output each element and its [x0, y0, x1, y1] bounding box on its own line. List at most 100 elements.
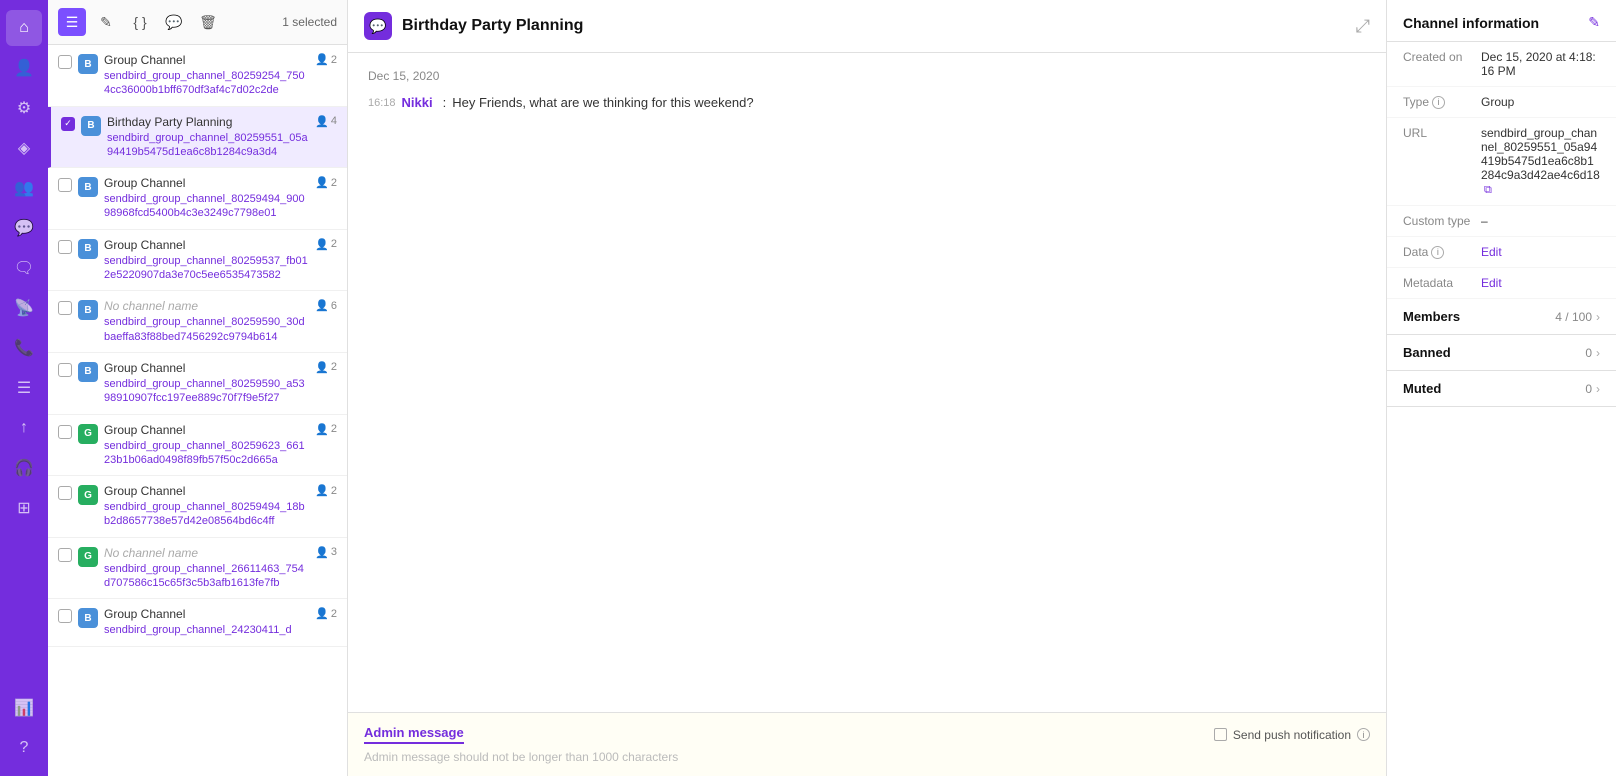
channel-list-toolbar: ☰ ✎ { } 💬 🗑 1 selected — [48, 0, 347, 45]
channel-list-item[interactable]: G No channel name sendbird_group_channel… — [48, 538, 347, 600]
channel-list-item[interactable]: B Group Channel sendbird_group_channel_2… — [48, 599, 347, 646]
data-edit-btn[interactable]: Edit — [1481, 245, 1502, 259]
info-row-created-on: Created on Dec 15, 2020 at 4:18:16 PM — [1387, 42, 1616, 87]
channel-list-item[interactable]: B Group Channel sendbird_group_channel_8… — [48, 230, 347, 292]
channel-icon: B — [78, 300, 98, 320]
type-label: Type i — [1403, 95, 1473, 109]
banned-chevron-icon: › — [1596, 346, 1600, 360]
toolbar-chat-btn[interactable]: 💬 — [160, 8, 188, 36]
header-expand-icon[interactable]: ⤢ — [1356, 16, 1370, 36]
custom-type-label: Custom type — [1403, 214, 1473, 228]
banned-badge: 0 › — [1585, 346, 1600, 360]
channel-checkbox[interactable] — [58, 55, 72, 69]
banned-section[interactable]: Banned 0 › — [1387, 335, 1616, 371]
metadata-edit-btn[interactable]: Edit — [1481, 276, 1502, 290]
channel-url: sendbird_group_channel_80259494_90098968… — [104, 192, 309, 221]
toolbar-trash-btn[interactable]: 🗑 — [194, 8, 222, 36]
channel-checkbox[interactable] — [58, 301, 72, 315]
channel-list-item[interactable]: B Group Channel sendbird_group_channel_8… — [48, 168, 347, 230]
channel-name: Group Channel — [104, 238, 309, 252]
nav-icon-puzzle[interactable]: ⊞ — [6, 490, 42, 526]
muted-label: Muted — [1403, 381, 1441, 396]
muted-chevron-icon: › — [1596, 382, 1600, 396]
data-info-icon[interactable]: i — [1431, 246, 1444, 259]
channel-checkbox[interactable] — [58, 609, 72, 623]
channel-info: Group Channel sendbird_group_channel_802… — [104, 53, 309, 98]
channel-url: sendbird_group_channel_80259590_a5398910… — [104, 377, 309, 406]
channel-info-title: Channel information — [1403, 15, 1539, 31]
nav-icon-help[interactable]: ? — [6, 730, 42, 766]
admin-message-header: Admin message Send push notification i — [364, 725, 1370, 744]
nav-icon-list[interactable]: ☰ — [6, 370, 42, 406]
channel-icon: B — [78, 362, 98, 382]
channel-checkbox[interactable] — [58, 548, 72, 562]
channel-url: sendbird_group_channel_80259537_fb012e52… — [104, 254, 309, 283]
members-section[interactable]: Members 4 / 100 › — [1387, 299, 1616, 335]
channel-url: sendbird_group_channel_80259254_7504cc36… — [104, 69, 309, 98]
admin-message-area: Admin message Send push notification i A… — [348, 712, 1386, 776]
channel-list-item[interactable]: B Group Channel sendbird_group_channel_8… — [48, 45, 347, 107]
channel-info: Group Channel sendbird_group_channel_802… — [104, 423, 309, 468]
nav-icon-chart[interactable]: 📊 — [6, 690, 42, 726]
right-panel: Channel information ✎ Created on Dec 15,… — [1386, 0, 1616, 776]
nav-icon-chat[interactable]: 🗨 — [6, 250, 42, 286]
channel-list-item[interactable]: ✓ B Birthday Party Planning sendbird_gro… — [48, 107, 347, 169]
channel-member-count: 👤2 — [315, 176, 337, 189]
channel-name: Group Channel — [104, 607, 309, 621]
nav-icon-upload[interactable]: ↑ — [6, 410, 42, 446]
nav-icon-settings[interactable]: ⚙ — [6, 90, 42, 126]
channel-list-item[interactable]: G Group Channel sendbird_group_channel_8… — [48, 476, 347, 538]
channel-checkbox[interactable] — [58, 240, 72, 254]
nav-icon-phone[interactable]: 📞 — [6, 330, 42, 366]
nav-icon-headphone[interactable]: 🎧 — [6, 450, 42, 486]
channel-checkbox[interactable] — [58, 486, 72, 500]
info-row-data: Data i Edit — [1387, 237, 1616, 268]
info-row-custom-type: Custom type – — [1387, 206, 1616, 237]
channel-name: Group Channel — [104, 53, 309, 67]
channel-member-count: 👤2 — [315, 607, 337, 620]
channel-icon: G — [78, 424, 98, 444]
data-label: Data i — [1403, 245, 1473, 259]
url-copy-icon[interactable]: ⧉ — [1484, 184, 1492, 196]
channel-info: Group Channel sendbird_group_channel_802… — [104, 361, 309, 406]
channel-list-item[interactable]: B No channel name sendbird_group_channel… — [48, 291, 347, 353]
channel-checkbox[interactable] — [58, 363, 72, 377]
type-value: Group — [1481, 95, 1514, 109]
channel-list-item[interactable]: G Group Channel sendbird_group_channel_8… — [48, 415, 347, 477]
channel-checkbox[interactable] — [58, 425, 72, 439]
channel-info: Birthday Party Planning sendbird_group_c… — [107, 115, 309, 160]
send-push-info-icon[interactable]: i — [1357, 728, 1370, 741]
channel-info: Group Channel sendbird_group_channel_802… — [104, 484, 309, 529]
header-actions: ⤢ — [1356, 16, 1370, 37]
channel-list-item[interactable]: B Group Channel sendbird_group_channel_8… — [48, 353, 347, 415]
channel-info-edit-icon[interactable]: ✎ — [1588, 14, 1600, 31]
nav-icon-broadcast[interactable]: 📡 — [6, 290, 42, 326]
main-content: 💬 Birthday Party Planning ⤢ Dec 15, 2020… — [348, 0, 1386, 776]
toolbar-code-btn[interactable]: { } — [126, 8, 154, 36]
channel-name: Group Channel — [104, 361, 309, 375]
nav-icon-activity[interactable]: ◈ — [6, 130, 42, 166]
nav-icon-message[interactable]: 💬 — [6, 210, 42, 246]
admin-message-input[interactable]: Admin message should not be longer than … — [364, 750, 1370, 764]
nav-icon-person[interactable]: 👥 — [6, 170, 42, 206]
type-info-icon[interactable]: i — [1432, 96, 1445, 109]
url-label: URL — [1403, 126, 1473, 140]
channel-url: sendbird_group_channel_80259551_05a94419… — [107, 131, 309, 160]
send-push-checkbox[interactable] — [1214, 728, 1227, 741]
muted-section[interactable]: Muted 0 › — [1387, 371, 1616, 407]
channel-checkbox[interactable] — [58, 178, 72, 192]
nav-icon-users[interactable]: 👤 — [6, 50, 42, 86]
members-label: Members — [1403, 309, 1460, 324]
channel-member-count: 👤2 — [315, 361, 337, 374]
channel-member-count: 👤4 — [315, 115, 337, 128]
nav-icon-home[interactable]: ⌂ — [6, 10, 42, 46]
toolbar-hamburger-btn[interactable]: ☰ — [58, 8, 86, 36]
info-row-url: URL sendbird_group_channel_80259551_05a9… — [1387, 118, 1616, 206]
channel-url: sendbird_group_channel_80259494_18bb2d86… — [104, 500, 309, 529]
channel-icon: B — [81, 116, 101, 136]
channel-checkbox[interactable]: ✓ — [61, 117, 75, 131]
channel-member-count: 👤2 — [315, 484, 337, 497]
send-push-notification: Send push notification i — [1214, 728, 1370, 742]
selected-count: 1 selected — [282, 15, 337, 29]
toolbar-edit-btn[interactable]: ✎ — [92, 8, 120, 36]
